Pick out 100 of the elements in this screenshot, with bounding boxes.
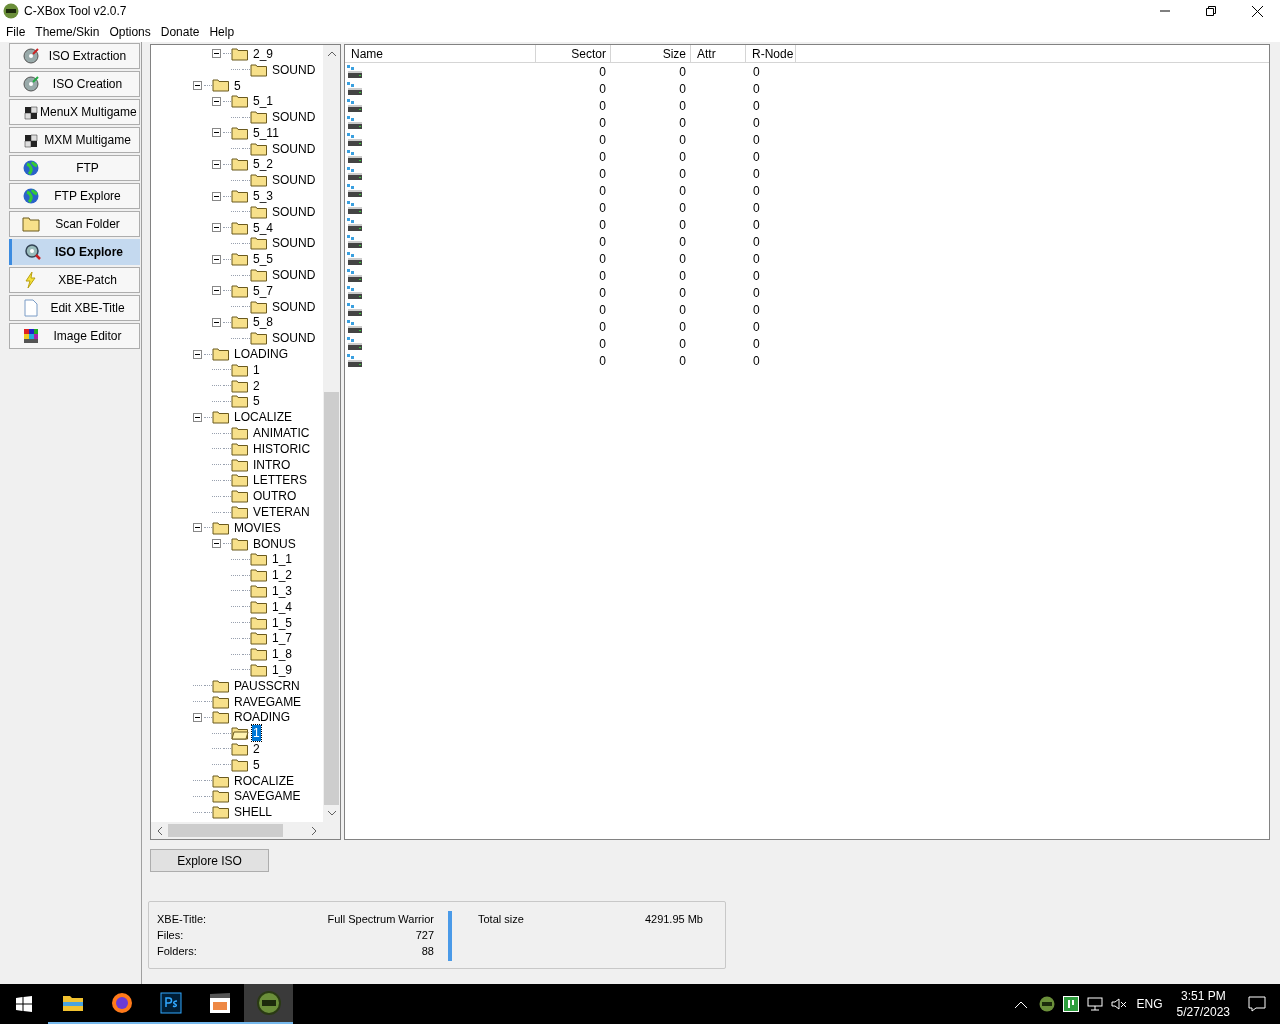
column-header[interactable]: Size — [611, 45, 691, 62]
menu-item[interactable]: Donate — [155, 23, 205, 41]
tree-item[interactable]: 1_7 — [271, 630, 294, 647]
scroll-left-icon[interactable] — [157, 826, 162, 835]
column-header[interactable]: Attr — [691, 45, 746, 62]
tree-item[interactable]: 5_5 — [252, 251, 275, 268]
tray-app-icon[interactable] — [1062, 996, 1079, 1012]
tree-item[interactable]: 1_5 — [271, 614, 294, 631]
sidebar-item[interactable]: MenuX Multigame — [9, 99, 140, 125]
tree-item[interactable]: INTRO — [252, 456, 292, 473]
tree-item[interactable]: SOUND — [271, 61, 317, 78]
speaker-muted-icon[interactable] — [1110, 996, 1127, 1012]
tree-item[interactable]: 5_8 — [252, 314, 275, 331]
scroll-up-icon[interactable] — [327, 51, 336, 56]
menu-item[interactable]: Help — [204, 23, 240, 41]
tree-item[interactable]: 2 — [252, 740, 261, 757]
collapse-icon[interactable] — [212, 286, 221, 296]
tree-item[interactable]: VETERAN — [252, 504, 311, 520]
chevron-up-icon[interactable] — [1014, 1000, 1027, 1008]
column-header[interactable]: Name — [345, 45, 536, 62]
tree-item[interactable]: 5_2 — [252, 156, 275, 173]
taskbar-app[interactable] — [244, 984, 293, 1024]
scroll-down-icon[interactable] — [327, 811, 336, 816]
collapse-icon[interactable] — [193, 712, 202, 722]
tree-item[interactable]: BONUS — [252, 535, 297, 552]
sidebar-item[interactable]: ISO Extraction — [9, 43, 140, 69]
menu-item[interactable]: File — [1, 23, 31, 41]
collapse-icon[interactable] — [212, 254, 221, 264]
notification-icon[interactable] — [1248, 996, 1266, 1012]
tree-item[interactable]: 5_4 — [252, 219, 275, 236]
collapse-icon[interactable] — [212, 539, 221, 549]
tree-item[interactable]: 2_9 — [252, 45, 275, 62]
tree-item[interactable]: PAUSSCRN — [233, 677, 301, 694]
tree-item[interactable]: ROADING — [233, 709, 291, 726]
tree-item[interactable]: 1_3 — [271, 583, 294, 599]
tree-item[interactable]: SOUND — [271, 172, 317, 189]
explore-iso-button[interactable]: Explore ISO — [150, 849, 269, 872]
tree-item[interactable]: SHELL — [233, 804, 274, 821]
collapse-icon[interactable] — [212, 223, 221, 233]
tree-item[interactable]: SOUND — [271, 140, 317, 157]
collapse-icon[interactable] — [193, 349, 202, 359]
tree-item[interactable]: 5 — [252, 393, 261, 410]
tree-item[interactable]: ANIMATIC — [252, 425, 311, 442]
collapse-icon[interactable] — [193, 412, 202, 422]
sidebar-item[interactable]: Image Editor — [9, 323, 140, 349]
collapse-icon[interactable] — [212, 159, 221, 169]
sidebar-item[interactable]: ISO Explore — [9, 239, 140, 265]
menu-item[interactable]: Options — [104, 23, 156, 41]
tree-item[interactable]: SOUND — [271, 330, 317, 347]
tree-item[interactable]: OUTRO — [252, 488, 298, 505]
sidebar-item[interactable]: Edit XBE-Title — [9, 295, 140, 321]
tree-item[interactable]: 1_9 — [271, 662, 294, 678]
sidebar-item[interactable]: XBE-Patch — [9, 267, 140, 293]
tree-item[interactable]: 1_4 — [271, 598, 294, 615]
tree-item[interactable]: 5_11 — [252, 124, 280, 141]
sidebar-item[interactable]: FTP Explore — [9, 183, 140, 209]
collapse-icon[interactable] — [212, 128, 221, 138]
horizontal-scrollbar[interactable] — [151, 822, 340, 839]
language-indicator[interactable]: ENG — [1136, 995, 1163, 1013]
collapse-icon[interactable] — [212, 317, 221, 327]
tree-item[interactable]: 5 — [252, 756, 261, 773]
tree-item[interactable]: 2 — [252, 377, 261, 394]
tree-item[interactable]: MOVIES — [233, 519, 282, 536]
tree-item[interactable]: 1 — [252, 725, 261, 742]
tree-item[interactable]: 5_1 — [252, 93, 275, 110]
tree-item[interactable]: LETTERS — [252, 472, 308, 489]
collapse-icon[interactable] — [212, 49, 221, 59]
tree-item[interactable]: 5 — [233, 77, 242, 94]
tree-item[interactable]: SOUND — [271, 267, 317, 284]
tree-item[interactable]: SOUND — [271, 109, 317, 126]
tree-item[interactable]: LOADING — [233, 346, 289, 363]
tree-item[interactable]: 5_7 — [252, 282, 275, 299]
sidebar-item[interactable]: FTP — [9, 155, 140, 181]
tree-item[interactable]: HISTORIC — [252, 440, 312, 457]
tree-item[interactable]: RAVEGAME — [233, 693, 303, 710]
column-header[interactable]: R-Node — [746, 45, 796, 62]
sidebar-item[interactable]: ISO Creation — [9, 71, 140, 97]
tree-item[interactable]: SOUND — [271, 235, 317, 252]
tree-item[interactable]: SOUND — [271, 298, 317, 315]
app-logo-icon[interactable] — [1038, 996, 1055, 1012]
tree-item[interactable]: ROCALIZE — [233, 772, 295, 789]
collapse-icon[interactable] — [193, 81, 202, 90]
clock[interactable]: 3:51 PM 5/27/2023 — [1176, 988, 1230, 1020]
tree-item[interactable]: LOCALIZE — [233, 409, 294, 426]
menu-item[interactable]: Theme/Skin — [30, 23, 105, 41]
column-header[interactable]: Sector — [536, 45, 611, 62]
tree-item[interactable]: SOUND — [271, 203, 317, 220]
collapse-icon[interactable] — [212, 191, 221, 201]
tree-item[interactable]: 1_1 — [271, 551, 294, 568]
vertical-scrollbar[interactable] — [323, 45, 340, 822]
tree-item[interactable]: 1_2 — [271, 567, 294, 584]
scroll-right-icon[interactable] — [312, 826, 317, 835]
collapse-icon[interactable] — [193, 523, 202, 533]
tree-item[interactable]: SAVEGAME — [233, 788, 302, 805]
network-icon[interactable] — [1086, 996, 1103, 1012]
tree-item[interactable]: 1 — [252, 361, 261, 378]
sidebar-item[interactable]: Scan Folder — [9, 211, 140, 237]
tree-item[interactable]: 5_3 — [252, 188, 275, 205]
collapse-icon[interactable] — [212, 96, 221, 106]
tree-item[interactable]: 1_8 — [271, 646, 294, 663]
